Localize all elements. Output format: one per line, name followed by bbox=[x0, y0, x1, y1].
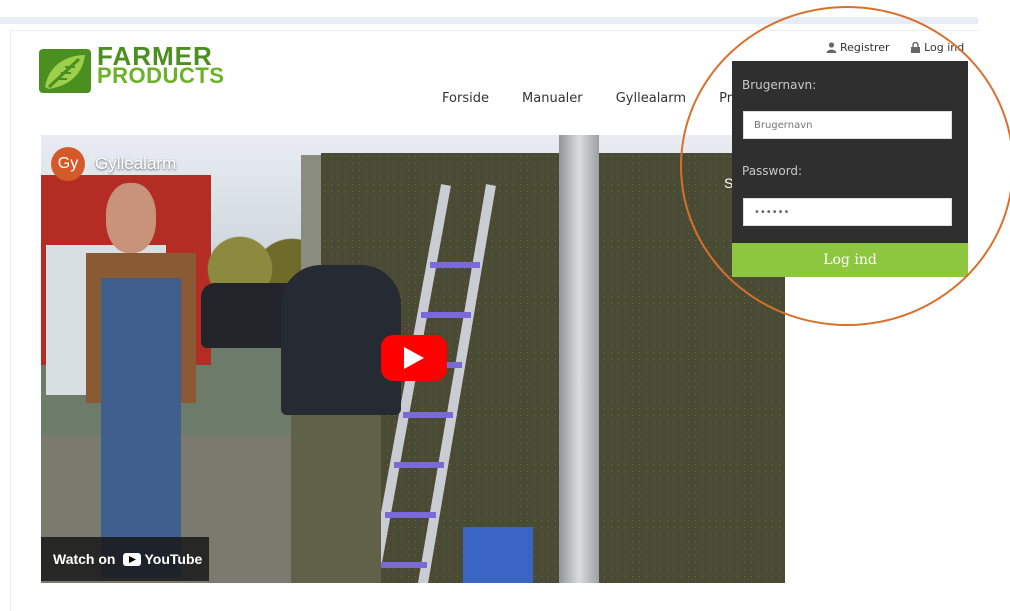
logo-line-products: PRODUCTS bbox=[97, 63, 225, 88]
logo-text: FARMER PRODUCTS bbox=[97, 43, 225, 88]
video-person-working bbox=[281, 265, 401, 583]
login-link-label: Log ind bbox=[924, 41, 965, 54]
password-label: Password: bbox=[742, 164, 803, 178]
play-icon bbox=[404, 347, 424, 369]
main-nav: Forside Manualer Gyllealarm Prod bbox=[442, 87, 776, 107]
youtube-play-icon bbox=[123, 552, 142, 566]
login-submit-button[interactable]: Log ind bbox=[732, 243, 968, 277]
nav-item-forside[interactable]: Forside bbox=[442, 91, 489, 106]
youtube-video-embed[interactable]: Gy Gyllealarm S Watch on YouTube bbox=[41, 135, 785, 583]
browser-top-strip bbox=[0, 17, 978, 24]
video-pipe bbox=[559, 135, 599, 583]
login-dropdown-panel: Brugernavn: Password: Log ind bbox=[732, 61, 968, 277]
password-input[interactable] bbox=[743, 198, 952, 226]
video-title-bar[interactable]: Gy Gyllealarm bbox=[51, 147, 176, 181]
channel-avatar[interactable]: Gy bbox=[51, 147, 85, 181]
site-logo[interactable]: FARMER PRODUCTS bbox=[39, 43, 239, 97]
register-label: Registrer bbox=[840, 41, 890, 54]
youtube-wordmark: YouTube bbox=[144, 551, 203, 567]
login-link[interactable]: Log ind bbox=[910, 41, 964, 54]
nav-item-manualer[interactable]: Manualer bbox=[522, 91, 583, 106]
play-button[interactable] bbox=[381, 335, 447, 381]
watch-on-youtube-button[interactable]: Watch on YouTube bbox=[41, 537, 209, 581]
page: FARMER PRODUCTS Registrer Log ind Forsid… bbox=[10, 30, 979, 611]
user-links: Registrer Log ind bbox=[823, 41, 978, 56]
username-label: Brugernavn: bbox=[742, 78, 817, 92]
lock-icon bbox=[911, 42, 921, 53]
watch-on-label: Watch on bbox=[53, 551, 116, 567]
youtube-logo: YouTube bbox=[123, 551, 202, 567]
video-title[interactable]: Gyllealarm bbox=[95, 154, 176, 174]
nav-item-gyllealarm[interactable]: Gyllealarm bbox=[616, 91, 686, 106]
video-jerrycan bbox=[463, 527, 533, 583]
username-input[interactable] bbox=[743, 111, 952, 139]
user-icon bbox=[826, 42, 837, 53]
leaf-logo-icon bbox=[39, 49, 91, 93]
video-person-standing bbox=[86, 183, 196, 583]
register-link[interactable]: Registrer bbox=[826, 41, 890, 54]
